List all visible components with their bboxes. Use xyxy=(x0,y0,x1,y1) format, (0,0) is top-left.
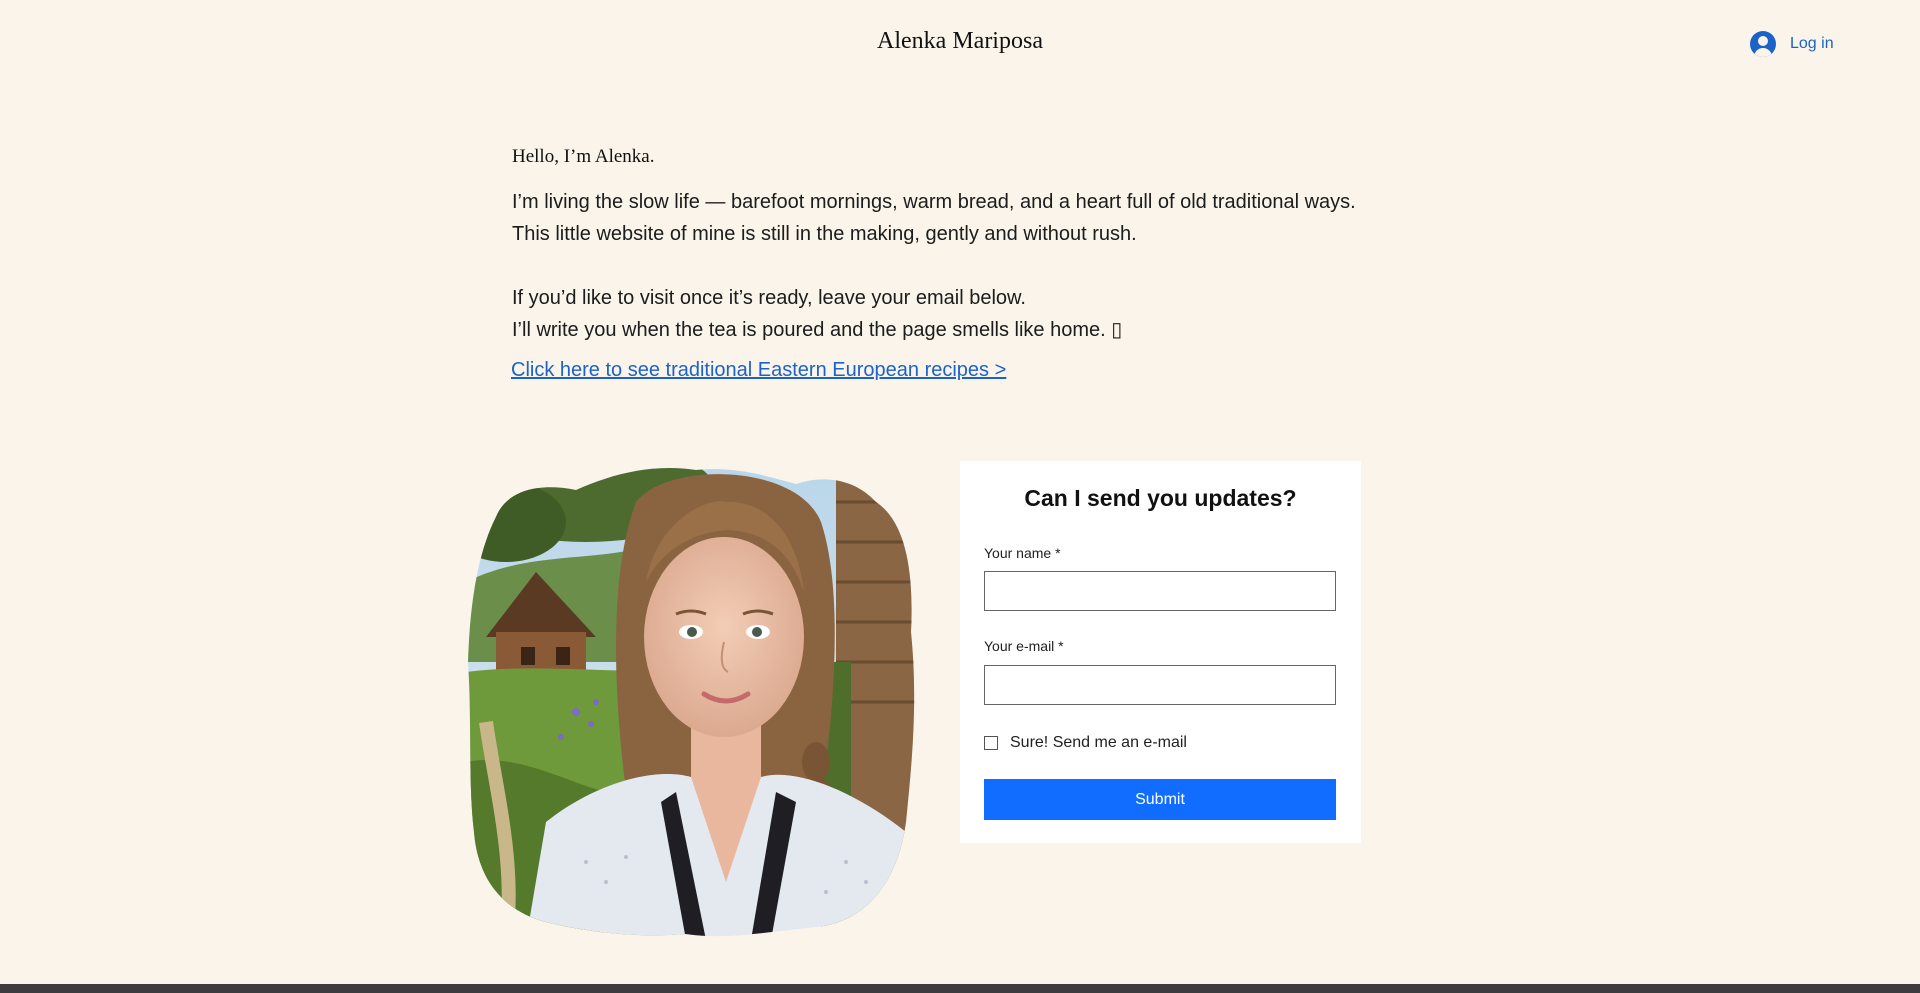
intro-line: I’m living the slow life — barefoot morn… xyxy=(512,191,1356,213)
submit-button[interactable]: Submit xyxy=(984,779,1336,820)
portrait-photo xyxy=(468,468,915,937)
user-avatar-icon xyxy=(1750,31,1776,57)
intro-paragraph-1: I’m living the slow life — barefoot morn… xyxy=(512,186,1412,250)
form-title: Can I send you updates? xyxy=(1024,485,1297,511)
intro-line: I’ll write you when the tea is poured an… xyxy=(512,319,1123,341)
intro-line: If you’d like to visit once it’s ready, … xyxy=(512,287,1026,309)
site-title[interactable]: Alenka Mariposa xyxy=(0,28,1920,55)
name-field[interactable] xyxy=(984,571,1336,611)
greeting-heading: Hello, I’m Alenka. xyxy=(512,146,655,167)
login-label: Log in xyxy=(1790,35,1834,52)
send-email-label: Sure! Send me an e-mail xyxy=(1010,734,1187,751)
updates-form: Can I send you updates? Your name * Your… xyxy=(960,461,1361,843)
footer-bar xyxy=(0,984,1920,993)
send-email-checkbox[interactable] xyxy=(984,736,998,750)
name-label: Your name * xyxy=(984,545,1061,561)
intro-section: Hello, I’m Alenka. I’m living the slow l… xyxy=(511,146,1412,382)
send-email-option[interactable]: Sure! Send me an e-mail xyxy=(984,734,1187,752)
email-label: Your e-mail * xyxy=(984,638,1064,654)
intro-line: This little website of mine is still in … xyxy=(512,223,1137,245)
intro-paragraph-2: If you’d like to visit once it’s ready, … xyxy=(512,282,1412,346)
email-field[interactable] xyxy=(984,665,1336,705)
recipes-link[interactable]: Click here to see traditional Eastern Eu… xyxy=(511,359,1006,382)
login-button[interactable]: Log in xyxy=(1750,31,1834,57)
